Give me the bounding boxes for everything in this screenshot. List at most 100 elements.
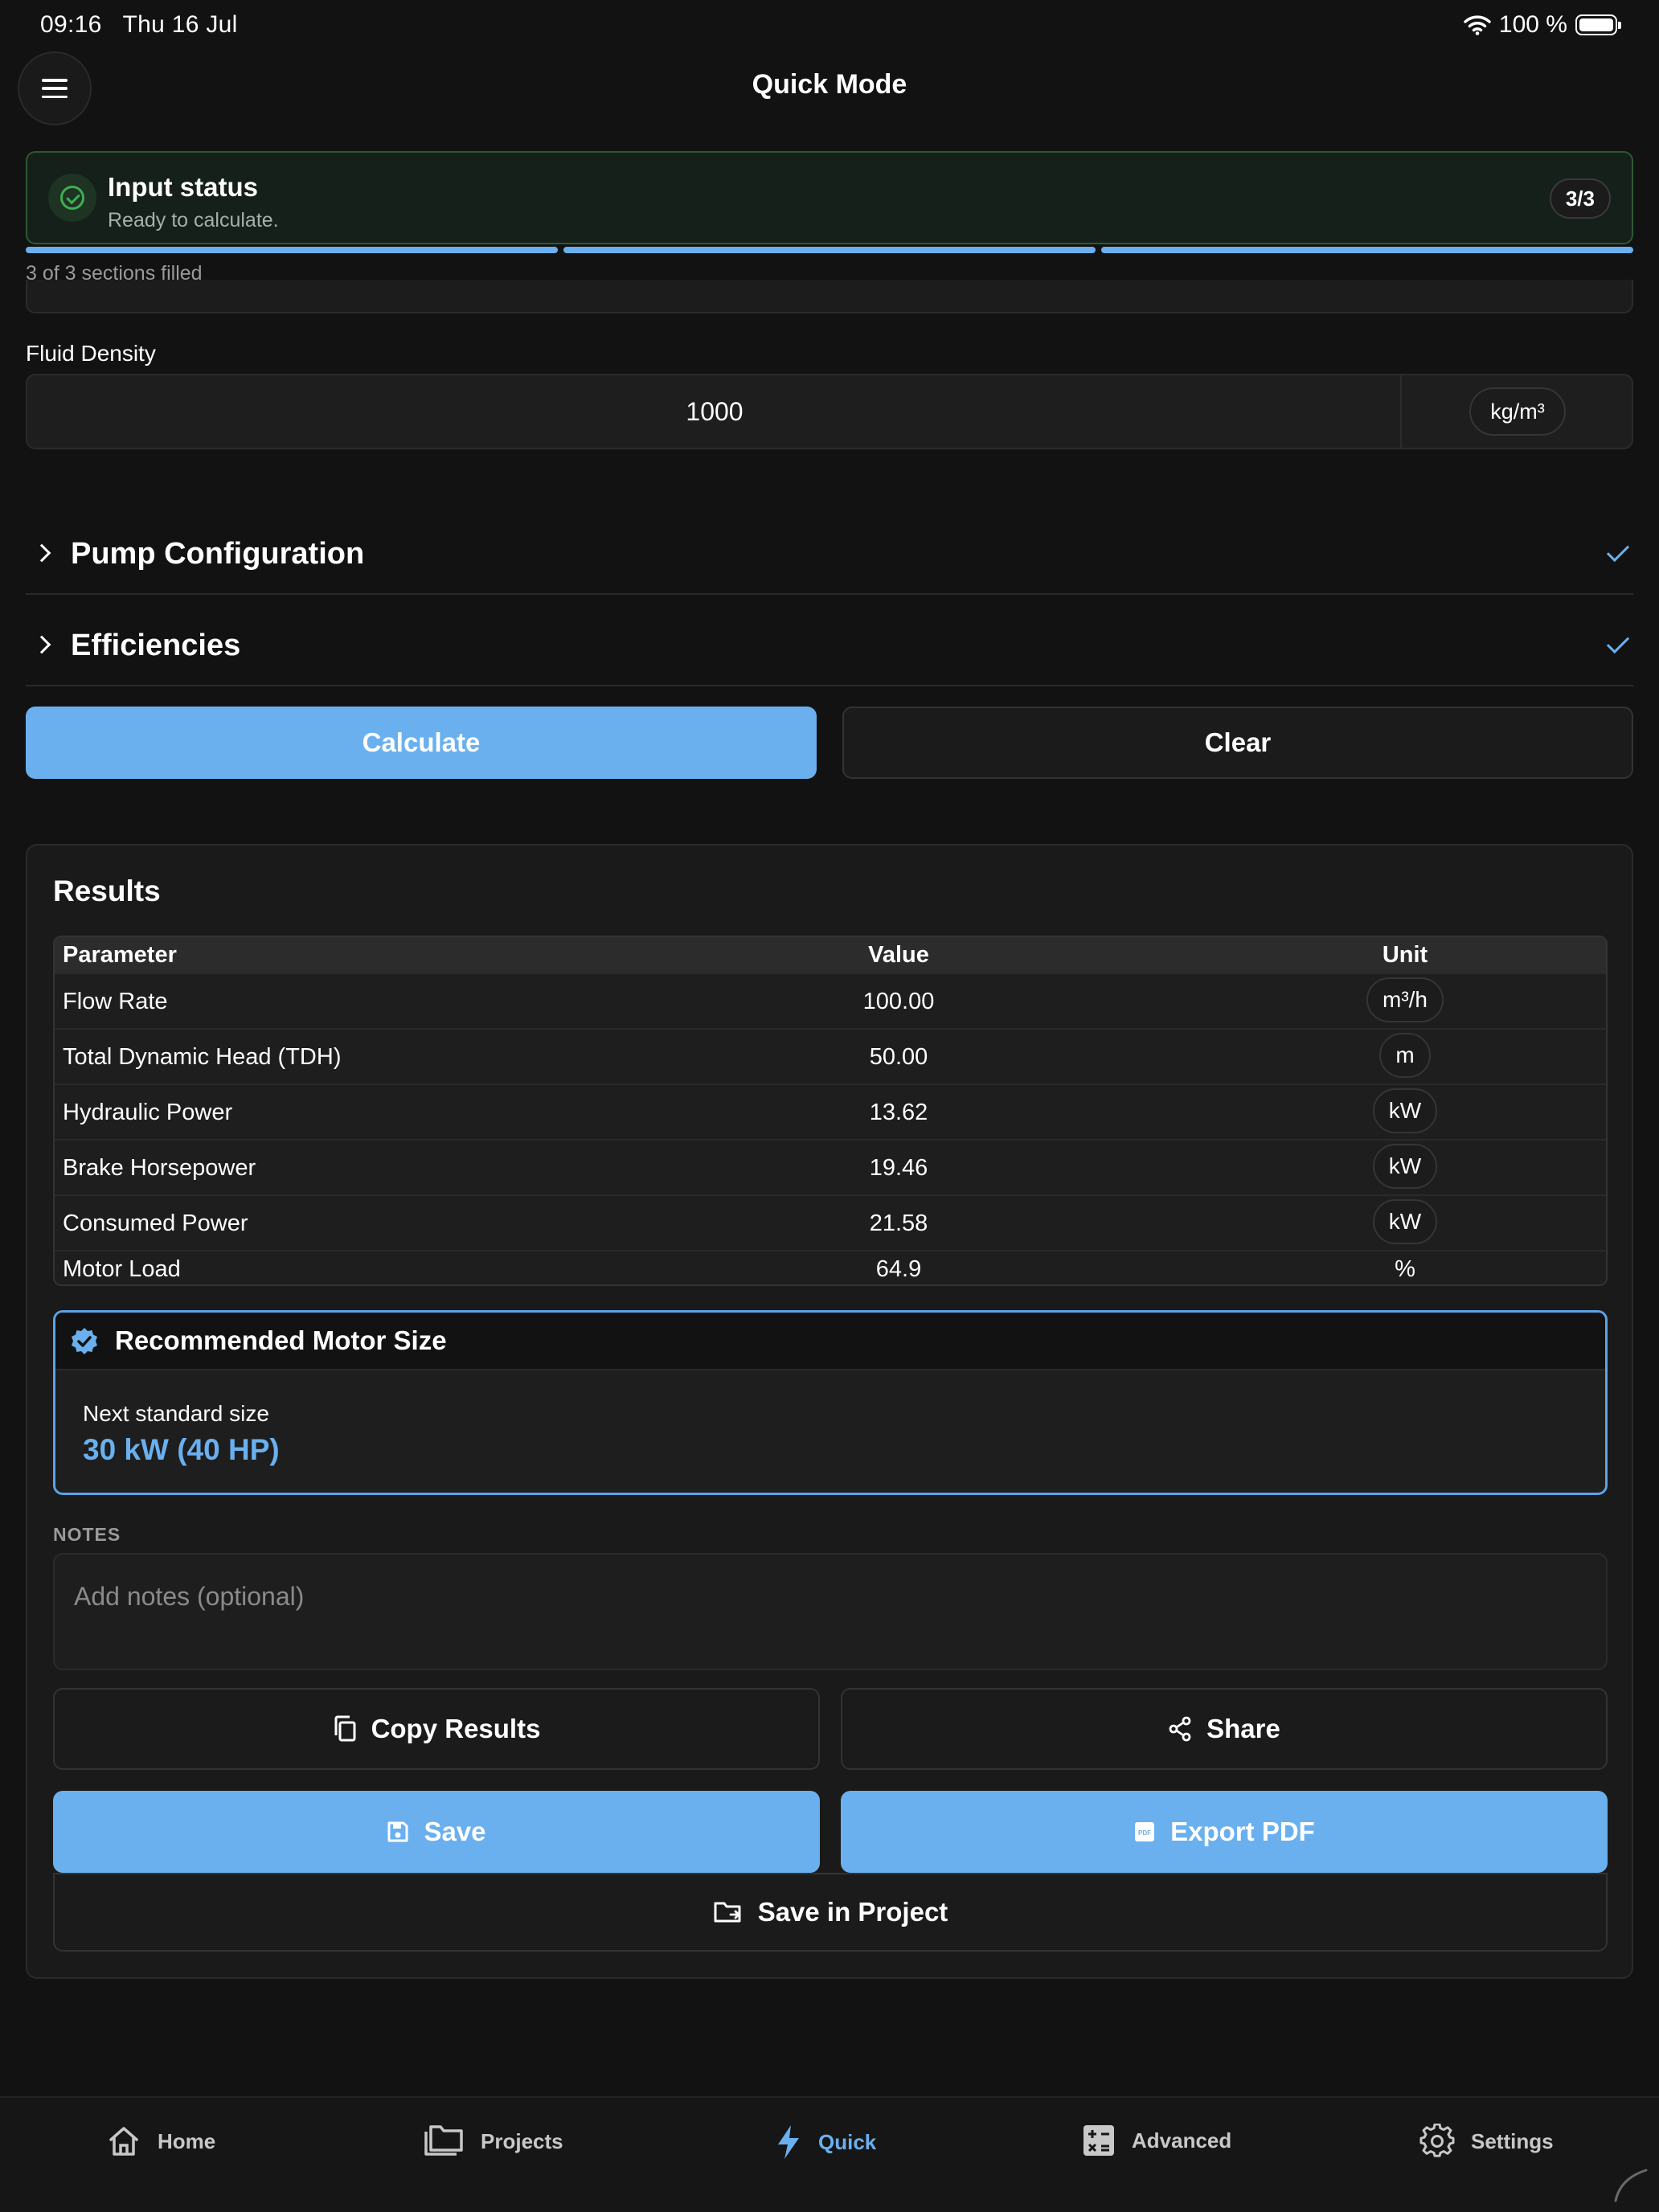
checkmark-icon xyxy=(1606,539,1630,563)
svg-text:PDF: PDF xyxy=(1138,1829,1151,1837)
sections-count-badge: 3/3 xyxy=(1549,178,1611,219)
table-header: Parameter Value Unit xyxy=(55,937,1606,973)
fluid-density-label: Fluid Density xyxy=(26,341,156,366)
status-bar-time: 09:16 Thu 16 Jul xyxy=(40,11,238,39)
battery-icon xyxy=(1575,14,1621,35)
status-bar-right: 100 % xyxy=(1464,11,1621,39)
recommended-header: Recommended Motor Size xyxy=(55,1313,1605,1370)
row-value: 19.46 xyxy=(869,1155,928,1181)
unit-badge: kW xyxy=(1372,1144,1438,1189)
accordion-label: Efficiencies xyxy=(71,629,241,662)
row-unit: m³/h xyxy=(1292,977,1518,1022)
chevron-right-icon xyxy=(32,635,51,654)
recommended-value: 30 kW (40 HP) xyxy=(83,1433,280,1466)
clear-button[interactable]: Clear xyxy=(842,707,1633,779)
input-status-card: Input status Ready to calculate. 3/3 xyxy=(26,151,1633,244)
progress-segment-3 xyxy=(1101,247,1633,253)
tab-settings[interactable]: Settings xyxy=(1419,2124,1554,2159)
row-parameter: Flow Rate xyxy=(63,989,168,1014)
tab-projects-label: Projects xyxy=(481,2128,563,2153)
row-unit: % xyxy=(1292,1256,1518,1283)
row-value: 64.9 xyxy=(875,1256,922,1282)
page-title: Quick Mode xyxy=(752,69,907,100)
unit-selector[interactable]: kg/m³ xyxy=(1403,375,1632,448)
tab-home-label: Home xyxy=(158,2128,216,2153)
table-row: Total Dynamic Head (TDH) 50.00 m xyxy=(55,1028,1606,1083)
bottom-tab-bar: Home Projects Quick Advanced Settings xyxy=(0,2096,1659,2212)
row-value: 100.00 xyxy=(862,989,935,1014)
chevron-right-icon xyxy=(32,543,51,563)
column-header-unit: Unit xyxy=(1382,942,1428,968)
save-in-project-button[interactable]: Save in Project xyxy=(53,1873,1608,1952)
recommended-label: Next standard size xyxy=(83,1401,269,1426)
verified-badge-icon xyxy=(72,1328,97,1354)
field-divider xyxy=(1400,375,1402,448)
copy-results-button[interactable]: Copy Results xyxy=(53,1688,820,1770)
table-row: Consumed Power 21.58 kW xyxy=(55,1194,1606,1250)
unit-text: % xyxy=(1395,1256,1415,1282)
share-label: Share xyxy=(1206,1714,1280,1743)
row-unit: kW xyxy=(1292,1199,1518,1244)
save-in-project-label: Save in Project xyxy=(757,1897,948,1927)
recommended-title: Recommended Motor Size xyxy=(115,1325,447,1355)
resize-handle-icon xyxy=(1614,2169,1648,2202)
fluid-density-unit[interactable]: kg/m³ xyxy=(1469,387,1566,436)
calculator-icon xyxy=(1083,2125,1114,2156)
tab-projects[interactable]: Projects xyxy=(423,2124,563,2159)
results-card: Results Parameter Value Unit Flow Rate 1… xyxy=(26,844,1633,1979)
table-row: Hydraulic Power 13.62 kW xyxy=(55,1083,1606,1139)
wifi-icon xyxy=(1464,15,1491,35)
row-parameter: Brake Horsepower xyxy=(63,1155,256,1181)
unit-badge: m³/h xyxy=(1366,977,1444,1022)
recommended-motor-card: Recommended Motor Size Next standard siz… xyxy=(53,1310,1608,1495)
floppy-disk-icon xyxy=(387,1821,408,1842)
calculate-label: Calculate xyxy=(362,727,481,757)
column-header-value: Value xyxy=(868,942,929,968)
fluid-density-input[interactable]: 1000 xyxy=(27,375,1402,448)
row-parameter: Total Dynamic Head (TDH) xyxy=(63,1044,342,1070)
save-button[interactable]: Save xyxy=(53,1791,820,1873)
tab-quick[interactable]: Quick xyxy=(775,2124,876,2161)
previous-field-input[interactable] xyxy=(26,280,1633,313)
tab-advanced-label: Advanced xyxy=(1132,2128,1232,2153)
notes-label: NOTES xyxy=(53,1524,121,1545)
share-icon xyxy=(1169,1716,1191,1742)
copy-icon xyxy=(334,1715,356,1742)
notes-placeholder: Add notes (optional) xyxy=(74,1582,305,1611)
checkmark-icon xyxy=(1606,630,1630,654)
folder-move-icon xyxy=(714,1902,741,1923)
row-value: 21.58 xyxy=(869,1210,928,1236)
row-value: 13.62 xyxy=(869,1100,928,1125)
unit-badge: kW xyxy=(1372,1199,1438,1244)
save-label: Save xyxy=(424,1817,486,1846)
fluid-density-field: 1000 kg/m³ xyxy=(26,374,1633,449)
notes-input[interactable]: Add notes (optional) xyxy=(53,1553,1608,1670)
input-status-title: Input status xyxy=(108,172,258,202)
lightning-icon xyxy=(778,2125,799,2159)
tab-home[interactable]: Home xyxy=(106,2124,215,2159)
status-time: 09:16 xyxy=(40,11,102,38)
tab-advanced[interactable]: Advanced xyxy=(1082,2124,1231,2157)
results-table: Parameter Value Unit Flow Rate 100.00 m³… xyxy=(53,936,1608,1286)
row-unit: m xyxy=(1292,1033,1518,1078)
row-unit: kW xyxy=(1292,1088,1518,1133)
tab-settings-label: Settings xyxy=(1471,2128,1554,2153)
unit-badge: m xyxy=(1379,1033,1431,1078)
input-status-subtitle: Ready to calculate. xyxy=(108,209,279,231)
results-title: Results xyxy=(53,875,161,907)
export-pdf-button[interactable]: PDF Export PDF xyxy=(841,1791,1608,1873)
progress-segment-1 xyxy=(26,247,558,253)
export-pdf-label: Export PDF xyxy=(1170,1817,1315,1846)
accordion-pump-configuration[interactable]: Pump Configuration xyxy=(26,521,1633,595)
clear-label: Clear xyxy=(1204,727,1272,757)
check-circle-icon xyxy=(48,174,96,222)
row-parameter: Consumed Power xyxy=(63,1210,248,1236)
row-value: 50.00 xyxy=(869,1044,928,1070)
column-header-parameter: Parameter xyxy=(63,942,177,968)
folders-icon xyxy=(424,2125,463,2156)
share-button[interactable]: Share xyxy=(841,1688,1608,1770)
accordion-label: Pump Configuration xyxy=(71,537,365,571)
table-row: Motor Load 64.9 % xyxy=(55,1250,1606,1284)
accordion-efficiencies[interactable]: Efficiencies xyxy=(26,612,1633,686)
calculate-button[interactable]: Calculate xyxy=(26,707,817,779)
